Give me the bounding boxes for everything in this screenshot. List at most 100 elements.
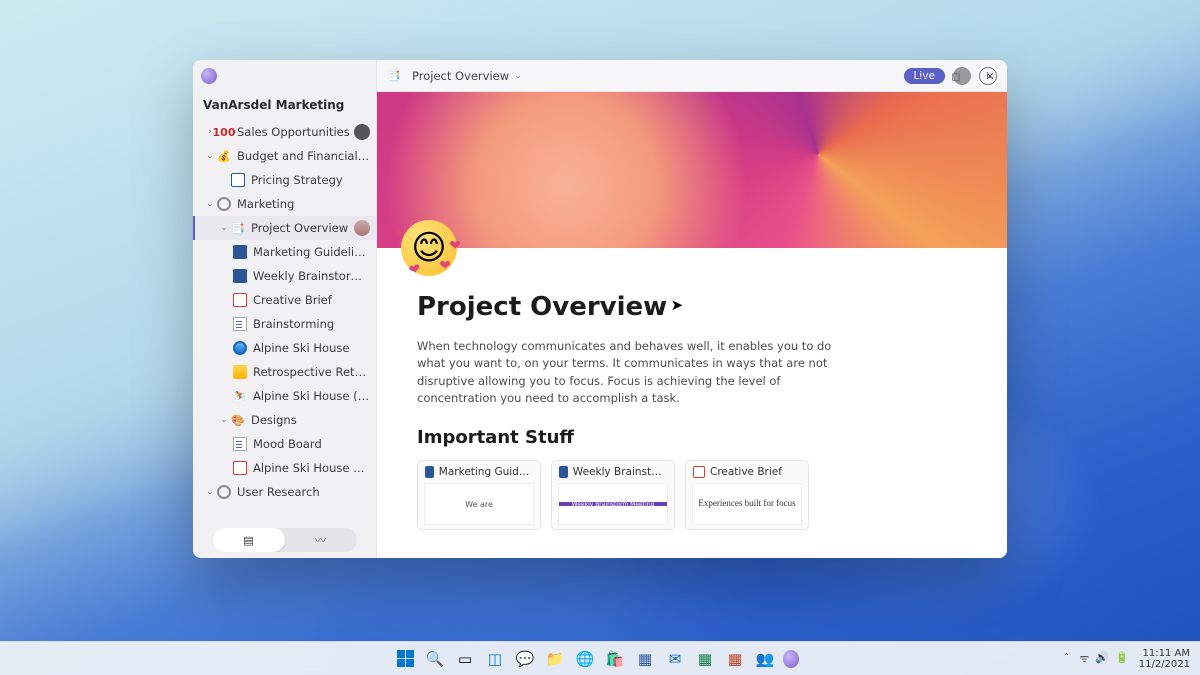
bookmark-tabs-icon: 📑 (231, 221, 245, 235)
word-doc-icon (233, 269, 247, 283)
card-weekly-brainstorm[interactable]: Weekly Brainstorm Me… Weekly Brainstorm … (551, 460, 675, 530)
tree-item-guidelines[interactable]: Marketing Guidelines for V… (193, 240, 376, 264)
tree-item-marketing[interactable]: ⌄ Marketing (193, 192, 376, 216)
breadcrumb-label: Project Overview (412, 69, 509, 83)
teams-icon[interactable]: 👥 (753, 647, 777, 671)
word-icon[interactable]: ▦ (633, 647, 657, 671)
taskbar[interactable]: 🔍 ▭ ◫ 💬 📁 🌐 🛍️ ▦ ✉ ▦ ▦ 👥 ˆ ᯤ 🔊 🔋 11:11 A… (0, 641, 1200, 675)
tree-item-pricing[interactable]: Pricing Strategy (193, 168, 376, 192)
sidebar: VanArsdel Marketing › 100 Sales Opportun… (193, 60, 377, 558)
emoji-smiling-hearts: ❤ ❤ ❤ ❤ (401, 220, 457, 276)
card-marketing-guidelines[interactable]: Marketing Guidelines f… We are (417, 460, 541, 530)
folder-icon (233, 365, 247, 379)
linked-cards: Marketing Guidelines f… We are Weekly Br… (417, 460, 967, 530)
powerpoint-icon[interactable]: ▦ (723, 647, 747, 671)
note-icon (233, 317, 247, 331)
minimize-button[interactable]: — (905, 60, 939, 92)
app-icon (201, 68, 217, 84)
taskbar-clock[interactable]: 11:11 AM 11/2/2021 (1139, 648, 1190, 670)
tree-item-brainstorm[interactable]: Weekly Brainstorm Meeting (193, 264, 376, 288)
tree-item-mood-board[interactable]: Mood Board (193, 432, 376, 456)
document-body: Project Overview ➤ When technology commu… (377, 248, 1007, 530)
search-icon[interactable]: 🔍 (423, 647, 447, 671)
heart-icon: ❤ (395, 226, 407, 242)
note-icon (233, 437, 247, 451)
tree-item-alpine-id[interactable]: ⛷️ Alpine Ski House (ID: 487… (193, 384, 376, 408)
card-creative-brief[interactable]: Creative Brief Experiences built for foc… (685, 460, 809, 530)
word-doc-icon (559, 466, 568, 478)
app-window: VanArsdel Marketing › 100 Sales Opportun… (193, 60, 1007, 558)
user-icon (217, 485, 231, 499)
document-canvas: ❤ ❤ ❤ ❤ Project Overview ➤ When technolo… (377, 92, 1007, 558)
edge-icon[interactable]: 🌐 (573, 647, 597, 671)
volume-icon[interactable]: 🔊 (1095, 651, 1109, 666)
hundred-icon: 100 (217, 125, 231, 139)
system-tray[interactable]: ˆ ᯤ 🔊 🔋 11:11 AM 11/2/2021 (1064, 648, 1190, 670)
maximize-button[interactable]: ◻ (939, 60, 973, 92)
globe-icon (233, 341, 247, 355)
nav-tree: › 100 Sales Opportunities ⌄ Budget and F… (193, 120, 376, 522)
heart-icon: ❤ (449, 238, 461, 254)
sidebar-footer: ▤ 〰 (193, 522, 376, 558)
battery-icon[interactable]: 🔋 (1115, 651, 1129, 666)
tray-chevron-icon[interactable]: ˆ (1064, 653, 1069, 664)
card-preview: Experiences built for focus (692, 483, 802, 525)
tree-item-designs[interactable]: ⌄ 🎨 Designs (193, 408, 376, 432)
tree-item-budget[interactable]: ⌄ Budget and Financial Projection (193, 144, 376, 168)
wifi-icon[interactable]: ᯤ (1079, 651, 1089, 666)
workspace-title: VanArsdel Marketing (193, 92, 376, 120)
tree-item-alpine[interactable]: Alpine Ski House (193, 336, 376, 360)
start-button[interactable] (393, 647, 417, 671)
store-icon[interactable]: 🛍️ (603, 647, 627, 671)
palette-icon: 🎨 (231, 413, 245, 427)
tree-label: Weekly Brainstorm Meeting (253, 269, 370, 283)
chevron-down-icon: ⌄ (219, 415, 229, 425)
hero-image: ❤ ❤ ❤ ❤ (377, 92, 1007, 248)
task-view-icon[interactable]: ▭ (453, 647, 477, 671)
widgets-icon[interactable]: ◫ (483, 647, 507, 671)
tree-label: Mood Board (253, 437, 370, 451)
tree-label: Sales Opportunities (237, 125, 350, 139)
tree-label: Brainstorming (253, 317, 370, 331)
excel-icon[interactable]: ▦ (693, 647, 717, 671)
word-doc-icon (425, 466, 434, 478)
outlook-icon[interactable]: ✉ (663, 647, 687, 671)
chevron-down-icon: ⌄ (205, 151, 215, 161)
tree-item-retrospective[interactable]: Retrospective Retreat (193, 360, 376, 384)
tree-item-sales[interactable]: › 100 Sales Opportunities (193, 120, 376, 144)
file-explorer-icon[interactable]: 📁 (543, 647, 567, 671)
tree-label: Project Overview (251, 221, 350, 235)
toggle-activity[interactable]: 〰 (285, 528, 357, 552)
toggle-pages[interactable]: ▤ (213, 528, 285, 552)
chevron-down-icon: ⌄ (205, 199, 215, 209)
tree-item-creative-brief[interactable]: Creative Brief (193, 288, 376, 312)
card-label: Marketing Guidelines f… (439, 466, 533, 478)
card-preview: Weekly Brainstorm Meeting (558, 483, 668, 525)
loop-app-icon[interactable] (783, 647, 807, 671)
tree-label: Alpine Ski House (ID: 487… (253, 389, 370, 403)
tree-label: Alpine Ski House (253, 341, 370, 355)
breadcrumb[interactable]: 📑 Project Overview ⌄ (387, 69, 522, 83)
tray-icons: ᯤ 🔊 🔋 (1079, 651, 1128, 666)
page-icon (233, 461, 247, 475)
card-preview: We are (424, 483, 534, 525)
tree-label: Designs (251, 413, 370, 427)
history-icon[interactable] (979, 67, 997, 85)
intro-paragraph: When technology communicates and behaves… (417, 338, 847, 407)
tree-item-brainstorming[interactable]: Brainstorming (193, 312, 376, 336)
tree-item-user-research[interactable]: ⌄ User Research (193, 480, 376, 504)
chat-icon[interactable]: 💬 (513, 647, 537, 671)
taskbar-center: 🔍 ▭ ◫ 💬 📁 🌐 🛍️ ▦ ✉ ▦ ▦ 👥 (393, 647, 807, 671)
tree-item-sizzle[interactable]: Alpine Ski House Sizzle Re… (193, 456, 376, 480)
clock-date: 11/2/2021 (1139, 659, 1190, 670)
tree-label: User Research (237, 485, 370, 499)
presence-avatar (354, 220, 370, 236)
tree-item-project-overview[interactable]: ⌄ 📑 Project Overview (193, 216, 376, 240)
chevron-down-icon: ⌄ (514, 71, 522, 81)
card-label: Weekly Brainstorm Me… (573, 466, 667, 478)
bookmark-tabs-icon: 📑 (387, 69, 401, 83)
page-title: Project Overview ➤ (417, 292, 667, 322)
view-toggle[interactable]: ▤ 〰 (213, 528, 357, 552)
presence-avatar (354, 124, 370, 140)
section-heading: Important Stuff (417, 427, 967, 448)
